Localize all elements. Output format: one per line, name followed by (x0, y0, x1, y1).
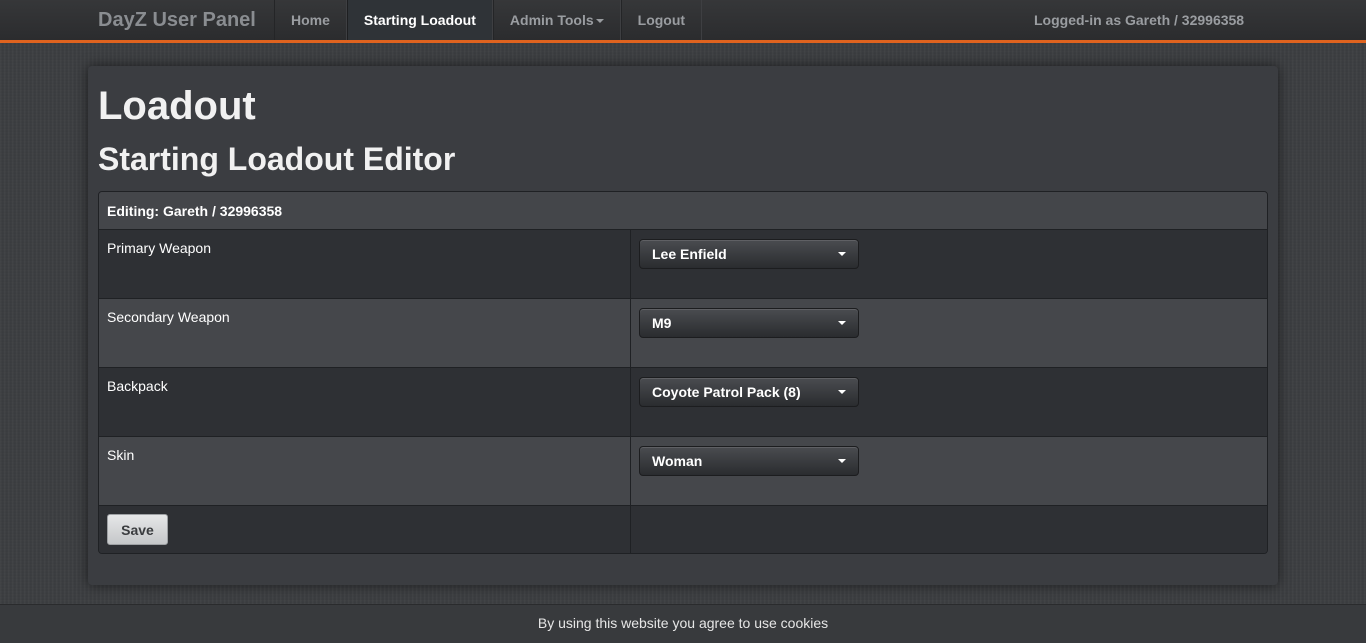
cookie-notice: By using this website you agree to use c… (0, 604, 1366, 643)
secondary-weapon-label: Secondary Weapon (99, 299, 631, 367)
top-navbar: DayZ User Panel Home Starting Loadout Ad… (0, 0, 1366, 43)
table-cell: Coyote Patrol Pack (8) (631, 368, 1267, 436)
nav-starting-loadout[interactable]: Starting Loadout (346, 0, 493, 40)
table-cell-empty (631, 506, 1267, 553)
brand-title[interactable]: DayZ User Panel (98, 0, 256, 40)
table-header: Editing: Gareth / 32996358 (99, 192, 1267, 230)
primary-weapon-label: Primary Weapon (99, 230, 631, 298)
skin-value: Woman (652, 453, 703, 469)
primary-weapon-select[interactable]: Lee Enfield (639, 239, 859, 269)
table-cell: Woman (631, 437, 1267, 505)
table-cell: M9 (631, 299, 1267, 367)
backpack-label: Backpack (99, 368, 631, 436)
actions-cell: Save (99, 506, 631, 553)
secondary-weapon-value: M9 (652, 315, 672, 331)
nav-admin-tools-label: Admin Tools (509, 12, 594, 28)
caret-down-icon (838, 252, 846, 256)
skin-label: Skin (99, 437, 631, 505)
nav-home-label: Home (291, 12, 330, 28)
caret-down-icon (838, 390, 846, 394)
nav-logout[interactable]: Logout (620, 0, 703, 40)
table-cell: Lee Enfield (631, 230, 1267, 298)
logged-in-user: Logged-in as Gareth / 32996358 (1034, 12, 1245, 28)
save-button[interactable]: Save (107, 514, 168, 545)
nav-starting-loadout-label: Starting Loadout (363, 12, 476, 28)
table-row: Secondary Weapon M9 (99, 299, 1267, 368)
caret-down-icon (838, 459, 846, 463)
table-row: Primary Weapon Lee Enfield (99, 230, 1267, 299)
chevron-down-icon (595, 19, 604, 24)
skin-select[interactable]: Woman (639, 446, 859, 476)
page-subtitle: Starting Loadout Editor (98, 141, 456, 177)
page-title: Loadout (98, 84, 256, 128)
caret-down-icon (838, 321, 846, 325)
nav-logout-label: Logout (637, 12, 686, 28)
cookie-notice-text: By using this website you agree to use c… (537, 615, 829, 631)
primary-weapon-value: Lee Enfield (652, 246, 727, 262)
nav-home[interactable]: Home (274, 0, 347, 40)
table-row: Skin Woman (99, 437, 1267, 506)
secondary-weapon-select[interactable]: M9 (639, 308, 859, 338)
main-nav: Home Starting Loadout Admin Tools Logout (274, 0, 703, 40)
table-row-actions: Save (99, 506, 1267, 553)
nav-admin-tools-dropdown[interactable]: Admin Tools (492, 0, 621, 40)
loadout-table: Editing: Gareth / 32996358 Primary Weapo… (98, 191, 1268, 554)
table-row: Backpack Coyote Patrol Pack (8) (99, 368, 1267, 437)
backpack-value: Coyote Patrol Pack (8) (652, 384, 801, 400)
backpack-select[interactable]: Coyote Patrol Pack (8) (639, 377, 859, 407)
